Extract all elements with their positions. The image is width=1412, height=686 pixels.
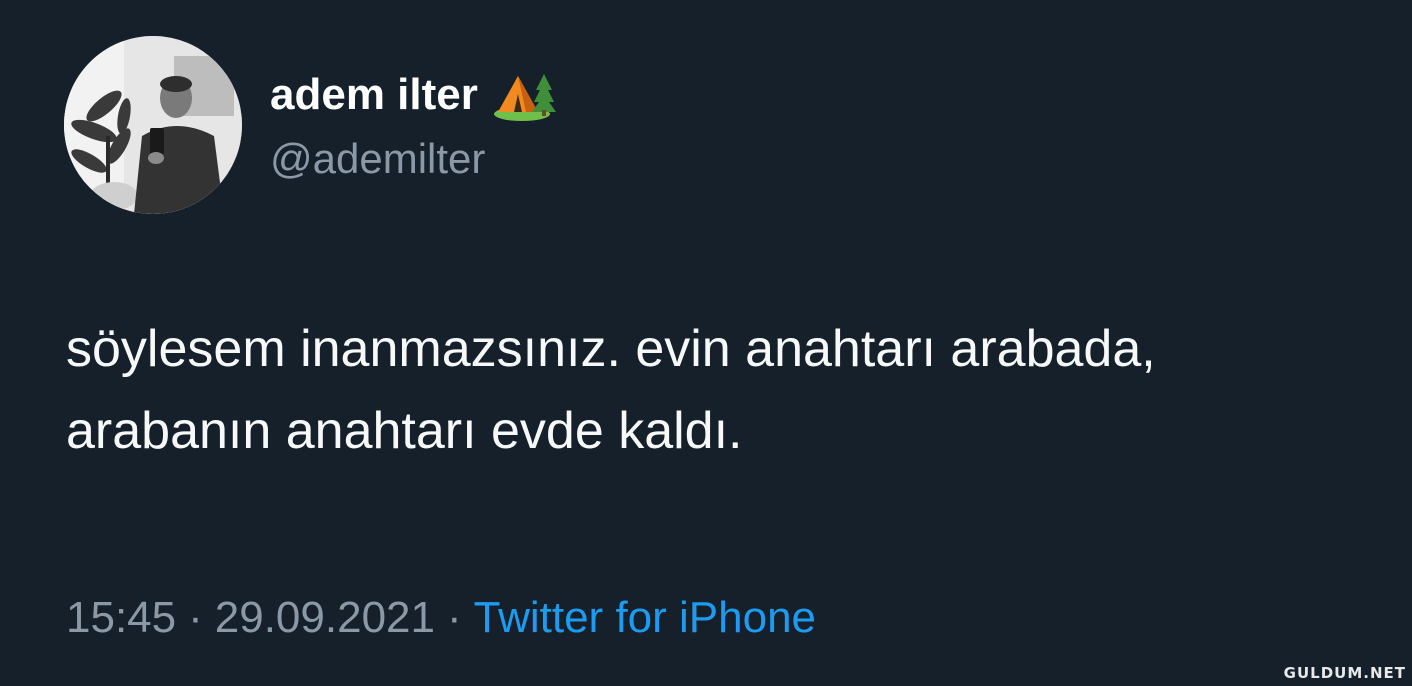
tweet-text: söylesem inanmazsınız. evin anahtarı ara… [66,320,1156,460]
tweet-date[interactable]: 29.09.2021 [215,593,435,642]
meta-separator: · [188,593,203,642]
tweet-metadata: 15:45 · 29.09.2021 · Twitter for iPhone [66,590,816,646]
avatar[interactable] [64,36,242,214]
author-name-text: adem ilter [270,70,478,119]
avatar-photo [64,36,242,214]
author-handle[interactable]: @ademilter [270,134,485,184]
tweet-card: adem ilter @ademilter söylesem inanmazsı… [0,0,1412,686]
watermark: GULDUM.NET [1283,664,1406,682]
meta-separator: · [446,593,462,642]
author-name[interactable]: adem ilter [270,68,556,122]
camping-tent-icon [493,74,556,121]
tweet-source-link[interactable]: Twitter for iPhone [474,593,816,642]
tweet-time[interactable]: 15:45 [66,593,176,642]
